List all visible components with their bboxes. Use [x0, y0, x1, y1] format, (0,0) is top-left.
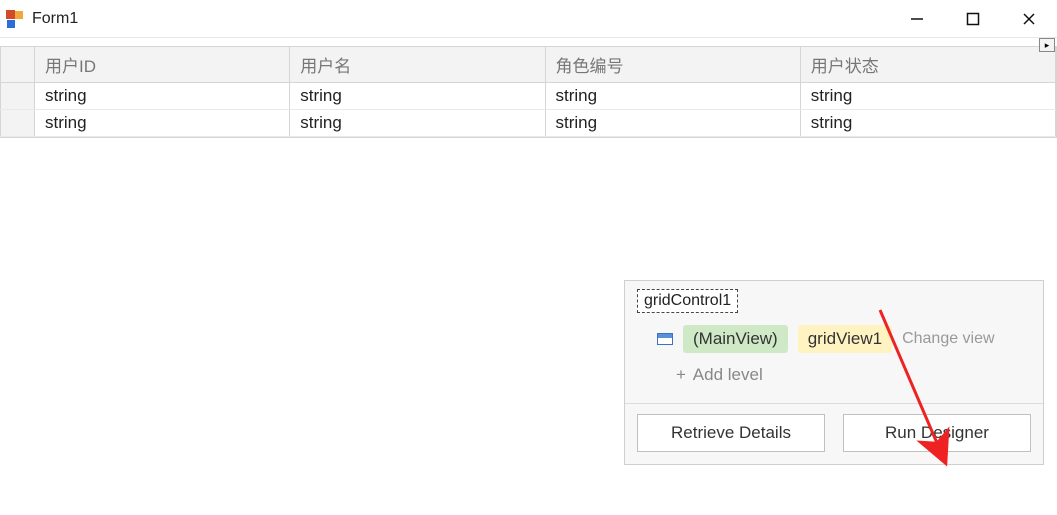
add-level-label: Add level: [693, 365, 763, 384]
column-header[interactable]: 用户ID: [35, 47, 290, 83]
cell[interactable]: string: [545, 83, 800, 110]
view-tree-row: (MainView) gridView1 Change view: [657, 325, 1031, 353]
column-header[interactable]: 角色编号: [545, 47, 800, 83]
grid-designer-panel: gridControl1 (MainView) gridView1 Change…: [624, 280, 1044, 465]
cell[interactable]: string: [290, 110, 545, 137]
change-view-link[interactable]: Change view: [902, 330, 995, 348]
grid-header-row: 用户ID 用户名 角色编号 用户状态: [1, 47, 1056, 83]
data-grid[interactable]: 用户ID 用户名 角色编号 用户状态 string string string …: [0, 46, 1057, 138]
view-name-pill[interactable]: gridView1: [798, 325, 892, 353]
window-controls: [889, 0, 1057, 37]
main-view-pill[interactable]: (MainView): [683, 325, 788, 353]
column-header[interactable]: 用户状态: [800, 47, 1055, 83]
column-header[interactable]: 用户名: [290, 47, 545, 83]
close-button[interactable]: [1001, 0, 1057, 37]
retrieve-details-button[interactable]: Retrieve Details: [637, 414, 825, 452]
maximize-button[interactable]: [945, 0, 1001, 37]
gridview-icon: [657, 333, 673, 345]
control-name-chip[interactable]: gridControl1: [637, 289, 738, 313]
cell[interactable]: string: [800, 110, 1055, 137]
app-icon: [6, 10, 24, 28]
minimize-button[interactable]: [889, 0, 945, 37]
run-designer-button[interactable]: Run Designer: [843, 414, 1031, 452]
cell[interactable]: string: [290, 83, 545, 110]
table-row[interactable]: string string string string: [1, 110, 1056, 137]
plus-icon: +: [673, 365, 689, 385]
row-header: [1, 110, 35, 137]
cell[interactable]: string: [35, 83, 290, 110]
table-row[interactable]: string string string string: [1, 83, 1056, 110]
titlebar: Form1: [0, 0, 1057, 38]
row-header-corner: [1, 47, 35, 83]
cell[interactable]: string: [545, 110, 800, 137]
row-header: [1, 83, 35, 110]
overflow-indicator-icon[interactable]: ▸: [1039, 38, 1055, 52]
window-title: Form1: [32, 10, 78, 28]
cell[interactable]: string: [800, 83, 1055, 110]
cell[interactable]: string: [35, 110, 290, 137]
add-level-link[interactable]: + Add level: [673, 365, 1031, 385]
